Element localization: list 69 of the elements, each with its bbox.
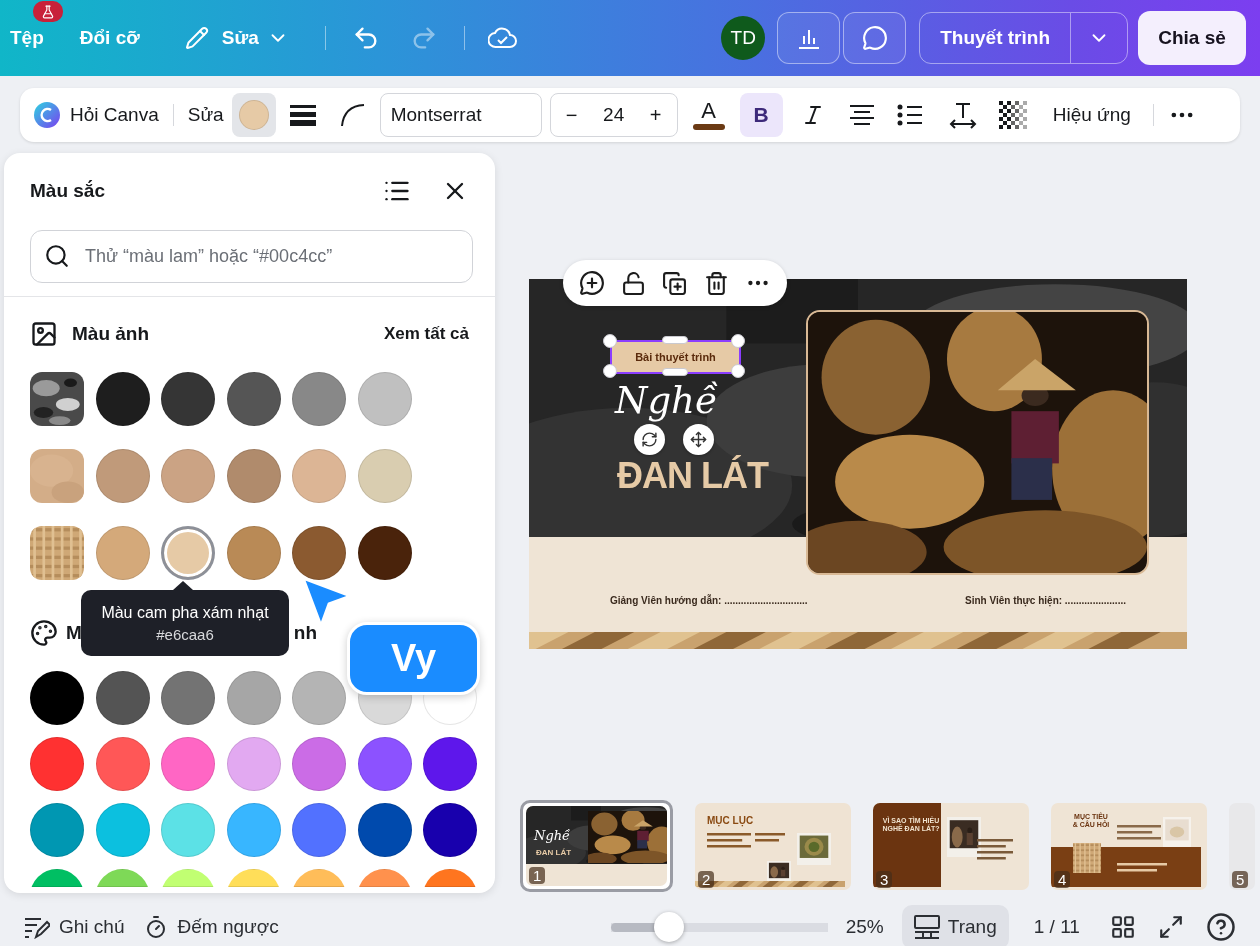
user-avatar[interactable]: TD <box>721 16 766 60</box>
bullet-list-icon[interactable] <box>896 104 923 126</box>
notes-button[interactable]: Ghi chú <box>24 915 125 939</box>
spacing-icon[interactable] <box>948 101 977 129</box>
photo-swatch[interactable] <box>30 372 84 426</box>
text-color-button[interactable]: A <box>691 100 726 130</box>
bar-chart-icon <box>796 27 821 49</box>
fullscreen-button[interactable] <box>1157 914 1184 940</box>
decrease-size-button[interactable]: − <box>562 103 581 127</box>
collaborator-name-tooltip: Vy <box>347 622 480 695</box>
slide-thumbnail[interactable]: 5 <box>1229 802 1255 890</box>
student-text: Sinh Viên thực hiện: ...................... <box>965 595 1126 606</box>
photo-swatch[interactable] <box>30 526 84 580</box>
thumbnail-title: MỤC LỤC <box>707 814 754 826</box>
section-title: nh <box>293 622 318 644</box>
page-number: 5 <box>1232 870 1249 888</box>
image-icon <box>30 320 58 348</box>
panel-title: Màu sắc <box>30 180 106 202</box>
share-button[interactable]: Chia sẻ <box>1138 11 1246 65</box>
palette-icon <box>30 619 58 647</box>
grid-view-button[interactable] <box>1109 914 1136 940</box>
notes-icon <box>24 915 50 939</box>
flask-icon <box>41 4 55 19</box>
tooltip-hex-code: #e6caa6 <box>156 625 214 643</box>
present-button[interactable]: Thuyết trình <box>920 13 1071 63</box>
font-size-value[interactable]: 24 <box>603 104 625 126</box>
search-icon <box>44 243 70 269</box>
tooltip-color-name: Màu cam pha xám nhạt <box>101 603 269 622</box>
magic-logo-icon[interactable] <box>33 101 61 129</box>
page-number: 2 <box>698 870 715 888</box>
zoom-slider-thumb[interactable] <box>654 912 685 942</box>
lecturer-text: Giảng Viên hướng dẫn: .............................. <box>610 595 808 606</box>
text-lines-drawing <box>755 832 785 845</box>
help-icon <box>1205 912 1236 942</box>
text-lines-drawing <box>707 832 751 851</box>
align-center-icon[interactable] <box>848 104 875 126</box>
color-swatch[interactable] <box>161 526 215 580</box>
insights-button[interactable] <box>777 12 841 64</box>
page-number: 1 <box>529 867 546 884</box>
line-weight-icon[interactable] <box>289 104 316 126</box>
pencil-icon[interactable] <box>184 26 209 50</box>
search-field[interactable]: Thử “màu lam” hoặc “#00c4cc” <box>30 230 473 283</box>
section-title: Màu ảnh <box>72 323 150 345</box>
text-lines-drawing <box>1117 824 1161 843</box>
cloud-check-icon[interactable] <box>487 25 518 51</box>
corner-curve-icon[interactable] <box>339 103 366 127</box>
page-counter: 1 / 11 <box>1033 916 1080 938</box>
fill-color-button[interactable] <box>231 93 276 137</box>
grid-icon <box>1109 914 1136 940</box>
photo-swatch[interactable] <box>30 449 84 503</box>
pages-layout-icon <box>913 915 940 939</box>
page-view-button[interactable]: Trang <box>901 905 1009 946</box>
effects-button[interactable]: Hiệu ứng <box>1052 104 1131 126</box>
transparency-icon[interactable] <box>998 101 1027 129</box>
increase-size-button[interactable]: + <box>646 103 665 127</box>
help-button[interactable] <box>1205 912 1236 942</box>
ask-canva-button[interactable]: Hỏi Canva <box>70 104 159 126</box>
text-lines-drawing <box>1117 862 1167 875</box>
speech-bubble-icon <box>861 25 888 51</box>
timer-button[interactable]: Đếm ngược <box>144 915 279 939</box>
text-lines-drawing <box>977 838 1013 863</box>
comment-button[interactable] <box>843 12 907 64</box>
edit-button[interactable]: Sửa <box>187 104 224 126</box>
section-title: M <box>66 622 82 644</box>
bold-button[interactable]: B <box>739 93 783 137</box>
zoom-reading: 25% <box>845 916 884 938</box>
font-field[interactable]: Montserrat <box>379 93 542 137</box>
see-all-link[interactable]: Xem tất cả <box>383 324 469 344</box>
expand-icon <box>1157 914 1184 940</box>
